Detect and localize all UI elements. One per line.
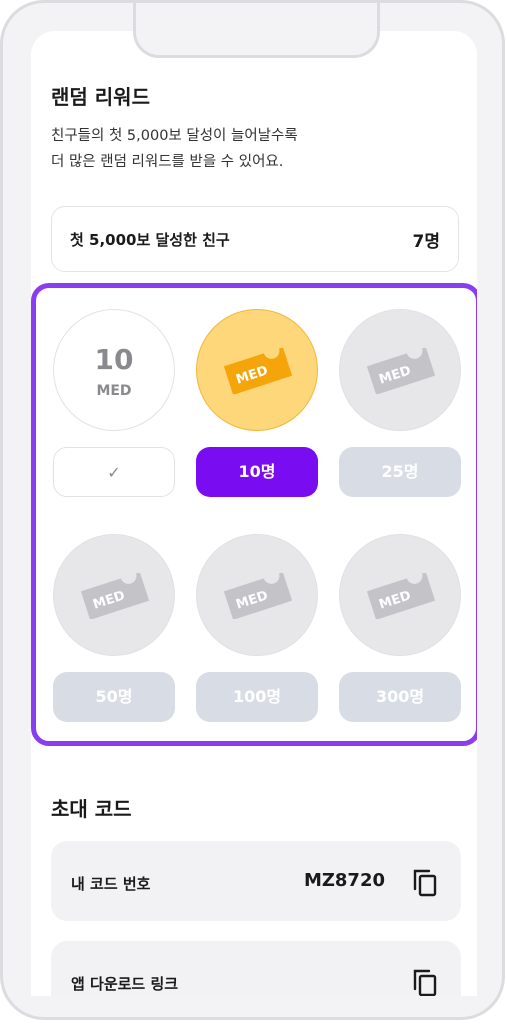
- copy-icon[interactable]: [411, 867, 439, 897]
- phone-notch: [133, 3, 380, 58]
- friends-achieved-count: 7명: [412, 232, 440, 252]
- reward-coin-locked[interactable]: MED: [196, 534, 318, 656]
- ticket-icon: MED: [80, 573, 150, 619]
- reward-coin-locked[interactable]: MED: [53, 534, 175, 656]
- check-icon: ✓: [107, 463, 121, 482]
- ticket-icon: MED: [223, 348, 293, 394]
- tier-pill-25[interactable]: 25명: [339, 447, 461, 497]
- app-link-label: 앱 다운로드 링크: [71, 975, 179, 993]
- coin-unit: MED: [96, 383, 132, 399]
- phone-frame: 랜덤 리워드 친구들의 첫 5,000보 달성이 늘어날수록 더 많은 랜덤 리…: [0, 0, 505, 1020]
- tier-pill-50[interactable]: 50명: [53, 672, 175, 722]
- tier-pill-10[interactable]: 10명: [196, 447, 318, 497]
- friends-achieved-card: 첫 5,000보 달성한 친구 7명: [51, 206, 459, 272]
- tier-pill-100[interactable]: 100명: [196, 672, 318, 722]
- screen: 랜덤 리워드 친구들의 첫 5,000보 달성이 늘어날수록 더 많은 랜덤 리…: [31, 31, 477, 996]
- coin-amount: 10: [94, 343, 134, 376]
- ticket-icon: MED: [366, 348, 436, 394]
- reward-tiers-panel: 10 MED MED MED ✓ 10명 25명 MED MED MED 50명…: [31, 283, 477, 746]
- tier-pill-300[interactable]: 300명: [339, 672, 461, 722]
- reward-coin-active[interactable]: MED: [196, 309, 318, 431]
- copy-icon[interactable]: [411, 967, 439, 996]
- reward-coin-claimed[interactable]: 10 MED: [53, 309, 175, 431]
- invite-section-title: 초대 코드: [51, 797, 132, 821]
- app-link-card: 앱 다운로드 링크: [51, 941, 461, 996]
- tier-pill-claimed[interactable]: ✓: [53, 447, 175, 497]
- reward-coin-locked[interactable]: MED: [339, 309, 461, 431]
- my-code-label: 내 코드 번호: [71, 875, 151, 893]
- reward-coin-locked[interactable]: MED: [339, 534, 461, 656]
- my-code-card: 내 코드 번호 MZ8720: [51, 841, 461, 921]
- reward-description: 친구들의 첫 5,000보 달성이 늘어날수록 더 많은 랜덤 리워드를 받을 …: [51, 128, 298, 170]
- ticket-icon: MED: [223, 573, 293, 619]
- ticket-icon: MED: [366, 573, 436, 619]
- friends-achieved-label: 첫 5,000보 달성한 친구: [70, 231, 230, 249]
- my-code-value: MZ8720: [303, 870, 385, 891]
- reward-section-title: 랜덤 리워드: [51, 85, 150, 109]
